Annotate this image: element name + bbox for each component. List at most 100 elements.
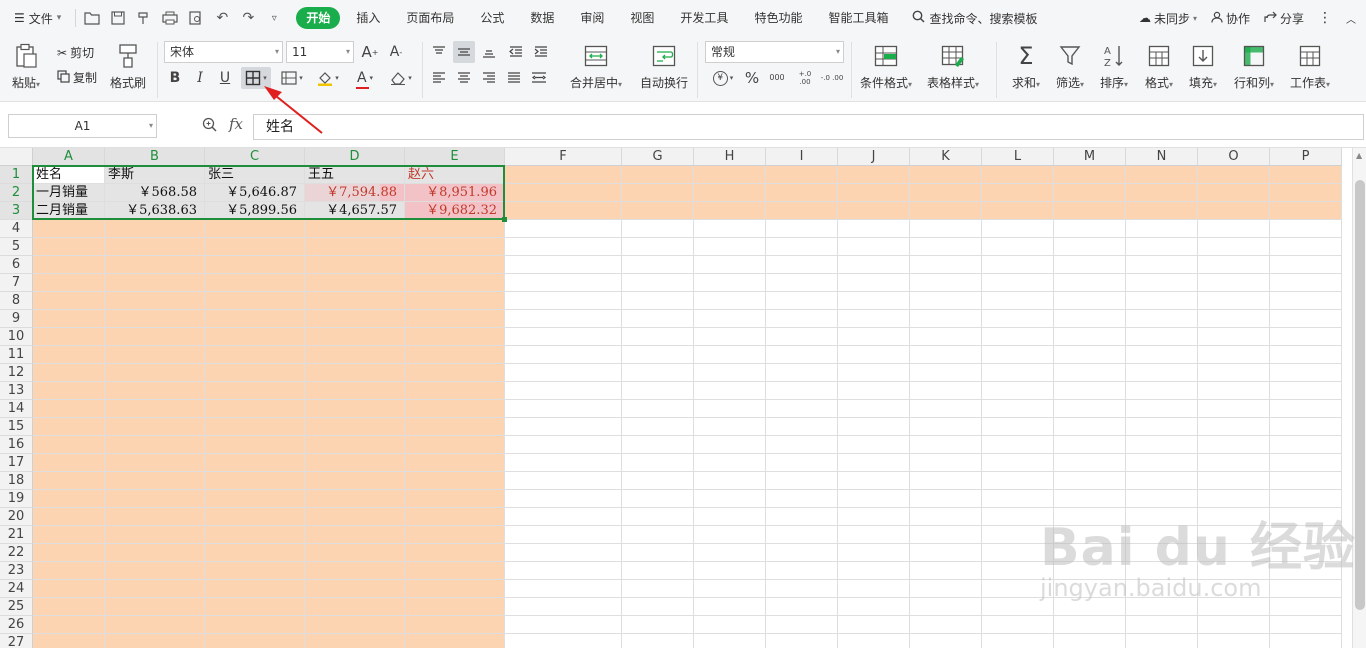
- row-header-22[interactable]: 22: [0, 544, 33, 562]
- collaborate-button[interactable]: 协作: [1211, 10, 1250, 27]
- column-header-o[interactable]: O: [1198, 148, 1270, 166]
- collapse-ribbon-icon[interactable]: ︿: [1346, 11, 1356, 26]
- number-format-select[interactable]: 常规 ▾: [705, 41, 844, 63]
- row-header-7[interactable]: 7: [0, 274, 33, 292]
- tab-review[interactable]: 审阅: [570, 7, 614, 29]
- sync-status-button[interactable]: ☁ 未同步 ▾: [1139, 10, 1197, 27]
- italic-button[interactable]: I: [189, 67, 211, 89]
- sum-button[interactable]: Σ 求和▾: [1012, 42, 1040, 91]
- align-bottom-icon[interactable]: [478, 41, 500, 63]
- more-options-icon[interactable]: ⋮: [1318, 10, 1332, 26]
- align-left-icon[interactable]: [428, 67, 450, 89]
- font-name-select[interactable]: 宋体 ▾: [164, 41, 283, 63]
- zoom-search-icon[interactable]: [202, 117, 217, 136]
- align-top-icon[interactable]: [428, 41, 450, 63]
- table-style-button[interactable]: 表格样式▾: [927, 42, 979, 91]
- justify-icon[interactable]: [503, 67, 525, 89]
- wrap-text-button[interactable]: 自动换行: [640, 42, 688, 91]
- border-button[interactable]: ▾: [241, 67, 271, 89]
- row-header-4[interactable]: 4: [0, 220, 33, 238]
- tab-view[interactable]: 视图: [620, 7, 664, 29]
- print-icon[interactable]: [158, 6, 182, 30]
- fill-button[interactable]: 填充▾: [1189, 42, 1217, 91]
- format-brush-icon[interactable]: [132, 6, 156, 30]
- row-header-9[interactable]: 9: [0, 310, 33, 328]
- decrease-indent-icon[interactable]: [505, 41, 527, 63]
- save-icon[interactable]: [106, 6, 130, 30]
- customize-dropdown-icon[interactable]: ▿: [262, 6, 286, 30]
- name-box[interactable]: A1 ▾: [8, 114, 157, 138]
- print-preview-icon[interactable]: [184, 6, 208, 30]
- conditional-format-button[interactable]: 条件格式▾: [860, 42, 912, 91]
- merge-center-button[interactable]: 合并居中▾: [570, 42, 622, 91]
- redo-icon[interactable]: ↷: [236, 6, 260, 30]
- file-menu-button[interactable]: ☰ 文件 ▾: [0, 0, 71, 36]
- filter-button[interactable]: 筛选▾: [1056, 42, 1084, 91]
- open-folder-icon[interactable]: [80, 6, 104, 30]
- worksheet-button[interactable]: 工作表▾: [1290, 42, 1330, 91]
- percent-format-button[interactable]: %: [741, 67, 763, 89]
- align-center-icon[interactable]: [453, 67, 475, 89]
- tab-developer[interactable]: 开发工具: [670, 7, 738, 29]
- undo-icon[interactable]: ↶: [210, 6, 234, 30]
- column-header-p[interactable]: P: [1270, 148, 1342, 166]
- fill-color-button[interactable]: ▾: [313, 67, 343, 89]
- row-header-26[interactable]: 26: [0, 616, 33, 634]
- paste-button[interactable]: 粘贴▾: [12, 42, 40, 91]
- tab-page-layout[interactable]: 页面布局: [396, 7, 464, 29]
- command-search[interactable]: 查找命令、搜索模板: [912, 10, 1037, 27]
- share-button[interactable]: 分享: [1264, 10, 1304, 27]
- increase-font-size-icon[interactable]: A +: [359, 41, 381, 63]
- row-header-19[interactable]: 19: [0, 490, 33, 508]
- row-header-11[interactable]: 11: [0, 346, 33, 364]
- thousands-separator-button[interactable]: 000: [766, 67, 788, 89]
- column-header-j[interactable]: J: [838, 148, 910, 166]
- row-header-13[interactable]: 13: [0, 382, 33, 400]
- row-header-21[interactable]: 21: [0, 526, 33, 544]
- row-header-3[interactable]: 3: [0, 202, 33, 220]
- row-header-24[interactable]: 24: [0, 580, 33, 598]
- scrollbar-thumb[interactable]: [1355, 180, 1365, 610]
- tab-home[interactable]: 开始: [296, 7, 341, 29]
- copy-button[interactable]: 复制: [57, 69, 97, 86]
- decrease-decimal-button[interactable]: -.0 .00: [820, 67, 844, 89]
- column-header-k[interactable]: K: [910, 148, 982, 166]
- fill-pattern-button[interactable]: ▾: [277, 67, 307, 89]
- insert-function-button[interactable]: fx: [229, 115, 243, 133]
- tab-data[interactable]: 数据: [520, 7, 564, 29]
- cut-button[interactable]: ✂ 剪切: [57, 44, 94, 61]
- row-header-25[interactable]: 25: [0, 598, 33, 616]
- increase-decimal-button[interactable]: +.0 .00: [793, 67, 817, 89]
- row-header-1[interactable]: 1: [0, 166, 33, 184]
- row-header-16[interactable]: 16: [0, 436, 33, 454]
- column-header-f[interactable]: F: [505, 148, 622, 166]
- column-header-a[interactable]: A: [33, 148, 105, 166]
- column-header-m[interactable]: M: [1054, 148, 1126, 166]
- distributed-align-icon[interactable]: [528, 67, 550, 89]
- row-header-18[interactable]: 18: [0, 472, 33, 490]
- tab-smart-toolbox[interactable]: 智能工具箱: [818, 7, 898, 29]
- tab-formulas[interactable]: 公式: [470, 7, 514, 29]
- row-header-5[interactable]: 5: [0, 238, 33, 256]
- column-header-c[interactable]: C: [205, 148, 305, 166]
- format-painter-button[interactable]: 格式刷: [110, 42, 146, 91]
- decrease-font-size-icon[interactable]: A-: [385, 41, 407, 63]
- tab-special-features[interactable]: 特色功能: [744, 7, 812, 29]
- column-header-h[interactable]: H: [694, 148, 766, 166]
- scroll-up-arrow-icon[interactable]: ▲: [1356, 151, 1362, 160]
- row-header-27[interactable]: 27: [0, 634, 33, 648]
- column-header-n[interactable]: N: [1126, 148, 1198, 166]
- column-header-b[interactable]: B: [105, 148, 205, 166]
- sort-button[interactable]: AZ 排序▾: [1100, 42, 1128, 91]
- column-header-i[interactable]: I: [766, 148, 838, 166]
- row-header-10[interactable]: 10: [0, 328, 33, 346]
- formula-input[interactable]: 姓名: [253, 114, 1364, 140]
- row-header-8[interactable]: 8: [0, 292, 33, 310]
- row-column-button[interactable]: 行和列▾: [1234, 42, 1274, 91]
- font-size-select[interactable]: 11 ▾: [286, 41, 354, 63]
- row-header-20[interactable]: 20: [0, 508, 33, 526]
- row-header-17[interactable]: 17: [0, 454, 33, 472]
- column-header-e[interactable]: E: [405, 148, 505, 166]
- row-header-12[interactable]: 12: [0, 364, 33, 382]
- vertical-scrollbar[interactable]: ▲: [1352, 148, 1366, 648]
